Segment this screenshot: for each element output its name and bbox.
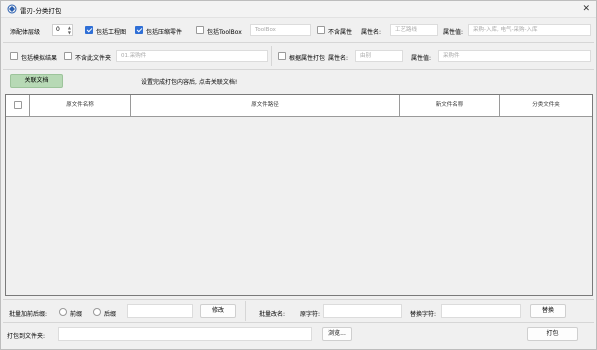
divider — [3, 322, 594, 323]
exclude-subfolder-checkbox[interactable] — [64, 52, 72, 60]
pack-attr-name-label: 属性名: — [328, 55, 349, 62]
column-header-new-name[interactable]: 新文件名称 — [400, 95, 500, 116]
file-table[interactable]: 原文件名称 原文件路径 新文件名称 分类文件夹 — [5, 94, 593, 296]
exclude-subfolder-label: 不含此文件夹 — [75, 55, 112, 62]
replace-char-input[interactable] — [441, 304, 521, 318]
divider — [245, 301, 246, 321]
window-title: 雷刃-分类打包 — [20, 7, 62, 15]
original-char-label: 原字符: — [300, 311, 321, 318]
divider — [3, 42, 594, 43]
include-drawing-label: 包括工程图 — [96, 29, 127, 36]
table-header: 原文件名称 原文件路径 新文件名称 分类文件夹 — [6, 95, 592, 117]
include-drawing-checkbox[interactable] — [85, 26, 93, 34]
body-level-label: 添配体层级 — [10, 29, 41, 36]
pack-attr-name-field[interactable]: 由别 — [355, 50, 403, 62]
browse-button[interactable]: 浏览... — [322, 327, 352, 341]
spinner-arrows-icon[interactable]: ▲ ▼ — [68, 25, 71, 35]
toolbox-field[interactable]: ToolBox — [250, 24, 311, 36]
attr-value-label: 属性值: — [443, 29, 464, 36]
replace-button[interactable]: 替换 — [530, 304, 566, 318]
body-level-value: 0 — [56, 26, 60, 33]
exclude-attr-label: 不含属性 — [328, 29, 353, 36]
column-header-original-path[interactable]: 原文件路径 — [131, 95, 400, 116]
exclude-attr-checkbox[interactable] — [317, 26, 325, 34]
pack-by-attr-checkbox[interactable] — [278, 52, 286, 60]
batch-rename-label: 批量改名: — [259, 311, 286, 318]
pack-to-folder-label: 打包到文件夹: — [7, 333, 46, 340]
include-compressed-label: 包括压缩零件 — [146, 29, 183, 36]
pack-folder-input[interactable] — [58, 327, 312, 341]
close-icon[interactable]: ✕ — [582, 3, 590, 15]
select-all-cell — [6, 95, 30, 116]
original-char-input[interactable] — [323, 304, 402, 318]
link-hint-text: 设置完成打包内容后, 点击关联文档! — [141, 79, 238, 86]
subfolder-field[interactable]: 01.采购件 — [116, 50, 268, 62]
prefix-suffix-label: 批量加前后缀: — [9, 311, 48, 318]
suffix-label: 后缀 — [104, 311, 117, 318]
include-toolbox-label: 包括ToolBox — [207, 29, 242, 36]
pack-attr-value-label: 属性值: — [411, 55, 432, 62]
divider — [3, 69, 594, 70]
attr-name-label: 属性名: — [361, 29, 382, 36]
prefix-suffix-input[interactable] — [127, 304, 193, 318]
attr-name-field[interactable]: 工艺路线 — [390, 24, 438, 36]
column-header-category-folder[interactable]: 分类文件夹 — [500, 95, 592, 116]
column-header-original-name[interactable]: 原文件名称 — [30, 95, 131, 116]
select-all-checkbox[interactable] — [14, 101, 22, 109]
pack-attr-value-field[interactable]: 采购件 — [438, 50, 591, 62]
title-bar: 雷刃-分类打包 ✕ — [1, 1, 596, 18]
include-toolbox-checkbox[interactable] — [196, 26, 204, 34]
modify-button[interactable]: 修改 — [200, 304, 236, 318]
pack-button[interactable]: 打包 — [527, 327, 578, 341]
include-compressed-checkbox[interactable] — [135, 26, 143, 34]
divider — [3, 299, 594, 300]
pack-by-attr-label: 根据属性打包 — [289, 55, 326, 62]
include-sim-checkbox[interactable] — [10, 52, 18, 60]
attr-value-field[interactable]: 采购-入库, 电气-采购-入库 — [468, 24, 591, 36]
suffix-radio[interactable] — [93, 308, 101, 316]
prefix-radio[interactable] — [59, 308, 67, 316]
replace-char-label: 替换字符: — [410, 311, 437, 318]
divider — [271, 46, 272, 66]
include-sim-label: 包括模拟结果 — [21, 55, 58, 62]
body-level-spinner[interactable]: 0 ▲ ▼ — [52, 24, 73, 36]
main-window: 雷刃-分类打包 ✕ 添配体层级 0 ▲ ▼ 包括工程图 包括压缩零件 包括Tool… — [0, 0, 597, 350]
app-logo-icon — [7, 4, 17, 14]
prefix-label: 前缀 — [70, 311, 83, 318]
link-documents-button[interactable]: 关联文档 — [10, 74, 63, 88]
